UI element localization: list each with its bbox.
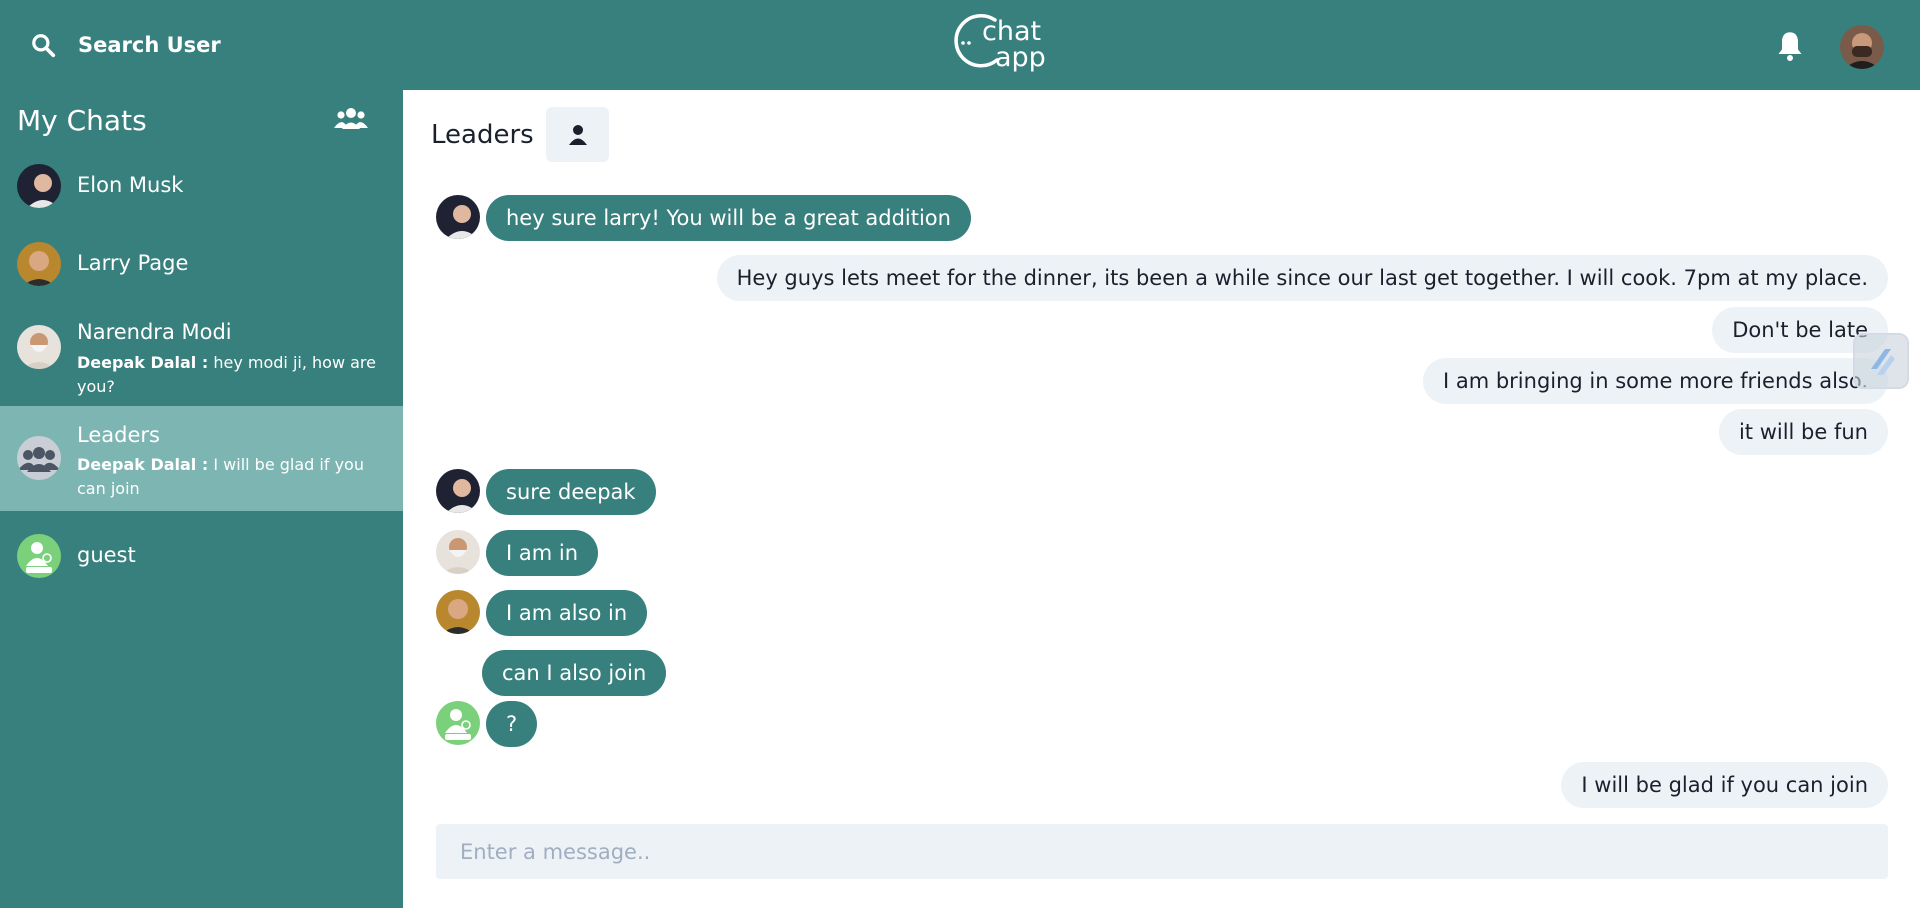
chat-last-message: Deepak Dalal : hey modi ji, how are you? — [77, 351, 387, 399]
chat-item-larry-page[interactable]: Larry Page — [0, 230, 403, 300]
user-icon — [568, 124, 587, 145]
message-bubble-incoming: I am in — [486, 530, 599, 576]
avatar — [17, 164, 61, 208]
message-bubble-outgoing: Hey guys lets meet for the dinner, its b… — [716, 255, 1888, 301]
top-header: Search User chat app — [0, 0, 1920, 90]
chats-sidebar: My Chats Elon Musk Larry Page Narendra M… — [0, 90, 403, 908]
logo-text-app: app — [995, 42, 1046, 73]
last-message-sender: Deepak Dalal : — [77, 353, 209, 372]
avatar — [17, 325, 61, 369]
guest-avatar — [17, 534, 61, 578]
chat-name: guest — [77, 543, 136, 567]
chat-title: Leaders — [431, 120, 534, 150]
floating-extension-icon[interactable] — [1853, 333, 1909, 389]
message-bubble-incoming: I am also in — [486, 590, 648, 636]
chatapp-logo: chat app — [945, 12, 1060, 74]
user-avatar[interactable] — [1840, 25, 1884, 69]
chat-name: Elon Musk — [77, 173, 184, 197]
chat-name: Leaders — [77, 423, 160, 447]
search-user-label: Search User — [78, 33, 221, 57]
my-chats-title: My Chats — [17, 104, 147, 137]
chat-item-leaders[interactable]: Leaders Deepak Dalal : I will be glad if… — [0, 406, 403, 511]
chat-last-message: Deepak Dalal : I will be glad if you can… — [77, 453, 387, 501]
users-group-icon — [334, 108, 368, 129]
message-bubble-incoming: sure deepak — [486, 469, 656, 515]
chat-panel: Leaders hey sure larry! You will be a gr… — [403, 90, 1920, 908]
last-message-sender: Deepak Dalal : — [77, 455, 209, 474]
view-group-profile-button[interactable] — [546, 107, 609, 162]
message-bubble-incoming: hey sure larry! You will be a great addi… — [486, 195, 971, 241]
message-bubble-incoming: ? — [486, 701, 538, 747]
sender-avatar-elon[interactable] — [436, 195, 480, 239]
search-user-button[interactable]: Search User — [30, 25, 221, 65]
sender-avatar-larry[interactable] — [436, 590, 480, 634]
message-bubble-incoming: can I also join — [482, 650, 667, 696]
group-avatar — [17, 436, 61, 480]
message-input[interactable] — [436, 824, 1888, 879]
message-bubble-outgoing: I will be glad if you can join — [1561, 762, 1888, 808]
chat-item-elon-musk[interactable]: Elon Musk — [0, 152, 403, 222]
chat-item-guest[interactable]: guest — [0, 522, 403, 592]
avatar — [17, 242, 61, 286]
message-bubble-outgoing: I am bringing in some more friends also. — [1422, 358, 1888, 404]
notification-bell-icon[interactable] — [1776, 30, 1804, 62]
sender-avatar-guest[interactable] — [436, 701, 480, 745]
chat-name: Larry Page — [77, 251, 189, 275]
message-input-container — [436, 824, 1888, 879]
sender-avatar-elon[interactable] — [436, 469, 480, 513]
message-bubble-outgoing: it will be fun — [1718, 409, 1888, 455]
new-group-chat-button[interactable] — [333, 104, 369, 134]
sender-avatar-modi[interactable] — [436, 530, 480, 574]
chat-item-narendra-modi[interactable]: Narendra Modi Deepak Dalal : hey modi ji… — [0, 308, 403, 396]
chat-name: Narendra Modi — [77, 320, 232, 344]
search-icon — [32, 34, 56, 58]
